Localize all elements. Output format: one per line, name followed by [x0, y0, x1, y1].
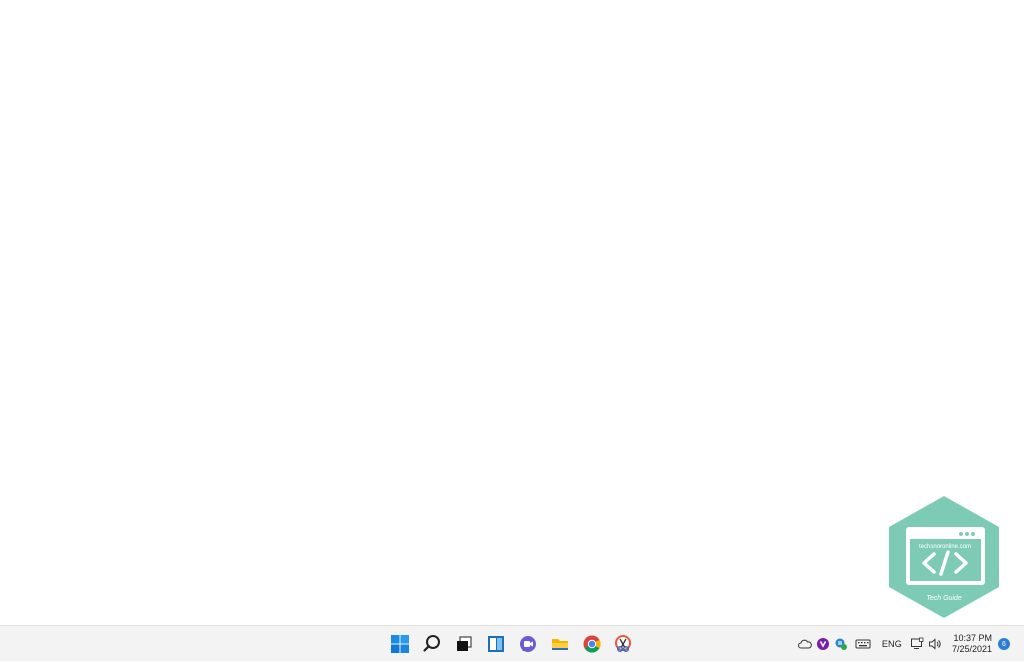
watermark-logo: techsnoronline.com Tech Guide	[886, 494, 1002, 620]
app-tray-icon[interactable]	[814, 635, 832, 653]
network-icon[interactable]	[908, 635, 926, 653]
volume-icon[interactable]	[926, 635, 944, 653]
chrome-button[interactable]	[576, 628, 608, 660]
security-icon[interactable]	[832, 635, 850, 653]
snipping-tool-button[interactable]	[608, 628, 640, 660]
desktop[interactable]	[0, 0, 1024, 625]
task-view-icon	[457, 636, 472, 651]
snipping-tool-icon	[615, 635, 631, 653]
task-view-button[interactable]	[448, 628, 480, 660]
search-icon	[423, 635, 440, 652]
widgets-icon	[488, 636, 504, 652]
search-button[interactable]	[416, 628, 448, 660]
widgets-button[interactable]	[480, 628, 512, 660]
onedrive-cloud-icon[interactable]	[796, 635, 814, 653]
clock[interactable]: 10:37 PM 7/25/2021	[952, 633, 992, 655]
chrome-icon	[583, 635, 601, 653]
chat-button[interactable]	[512, 628, 544, 660]
system-tray: ENG 10:37 PM 7/25/2021 6	[796, 626, 1024, 662]
teams-chat-icon	[520, 636, 536, 652]
svg-text:Tech Guide: Tech Guide	[926, 595, 962, 602]
clock-time: 10:37 PM	[953, 633, 992, 643]
windows-logo-icon	[391, 635, 409, 653]
folder-icon	[552, 639, 568, 650]
taskbar: ENG 10:37 PM 7/25/2021 6	[0, 625, 1024, 661]
taskbar-pinned-apps	[384, 626, 640, 662]
svg-text:techsnoronline.com: techsnoronline.com	[919, 544, 971, 550]
keyboard-icon[interactable]	[854, 635, 872, 653]
notification-badge[interactable]: 6	[998, 638, 1010, 650]
file-explorer-button[interactable]	[544, 628, 576, 660]
start-button[interactable]	[384, 628, 416, 660]
clock-date: 7/25/2021	[951, 644, 992, 654]
language-indicator[interactable]: ENG	[882, 639, 902, 649]
